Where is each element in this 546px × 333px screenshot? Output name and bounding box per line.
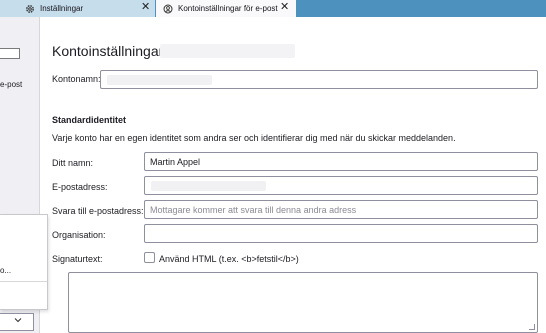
signature-label: Signaturtext: bbox=[52, 254, 103, 264]
reply-to-placeholder: Mottagare kommer att svara till denna an… bbox=[150, 205, 357, 215]
redacted-account-name bbox=[160, 44, 295, 58]
signature-textarea[interactable] bbox=[68, 272, 538, 333]
email-label: E-postadress: bbox=[52, 182, 108, 192]
tab-settings[interactable]: Inställningar ✕ bbox=[0, 0, 155, 17]
organization-label: Organisation: bbox=[52, 230, 106, 240]
use-html-checkbox[interactable] bbox=[144, 252, 155, 263]
close-icon[interactable]: ✕ bbox=[141, 2, 150, 13]
account-actions-menu: o... bbox=[0, 214, 48, 310]
account-actions-button[interactable] bbox=[0, 313, 34, 331]
section-description: Varje konto har en egen identitet som an… bbox=[52, 133, 456, 143]
section-heading: Standardidentitet bbox=[52, 115, 127, 125]
menu-item[interactable]: o... bbox=[0, 266, 11, 275]
tab-account-settings-label: Kontoinställningar för e-post bbox=[178, 4, 278, 13]
tab-account-settings[interactable]: Kontoinställningar för e-post ✕ bbox=[156, 0, 296, 17]
menu-separator bbox=[0, 281, 47, 282]
organization-field[interactable] bbox=[144, 224, 538, 243]
sidebar-item-selected[interactable] bbox=[0, 48, 20, 59]
name-field[interactable]: Martin Appel bbox=[144, 152, 538, 171]
sidebar-item-email[interactable]: e-post bbox=[0, 80, 22, 89]
name-label: Ditt namn: bbox=[52, 158, 94, 168]
gear-icon bbox=[25, 4, 35, 14]
reply-to-field[interactable]: Mottagare kommer att svara till denna an… bbox=[144, 200, 538, 219]
close-icon[interactable]: ✕ bbox=[280, 2, 289, 13]
redacted-value bbox=[151, 181, 266, 191]
account-name-label: Kontonamn: bbox=[52, 74, 101, 84]
tab-settings-label: Inställningar bbox=[40, 4, 84, 13]
reply-to-label: Svara till e-postadress: bbox=[52, 206, 144, 216]
chevron-down-icon bbox=[14, 316, 22, 327]
use-html-label[interactable]: Använd HTML (t.ex. <b>fetstil</b>) bbox=[159, 254, 299, 264]
email-field[interactable] bbox=[144, 176, 538, 195]
redacted-value bbox=[107, 75, 212, 85]
page-title: Kontoinställningar - bbox=[52, 43, 172, 59]
account-name-field[interactable] bbox=[100, 70, 538, 89]
tab-strip: Inställningar ✕ Kontoinställningar för e… bbox=[0, 0, 546, 17]
resize-handle[interactable] bbox=[529, 324, 535, 330]
account-icon bbox=[163, 4, 173, 14]
